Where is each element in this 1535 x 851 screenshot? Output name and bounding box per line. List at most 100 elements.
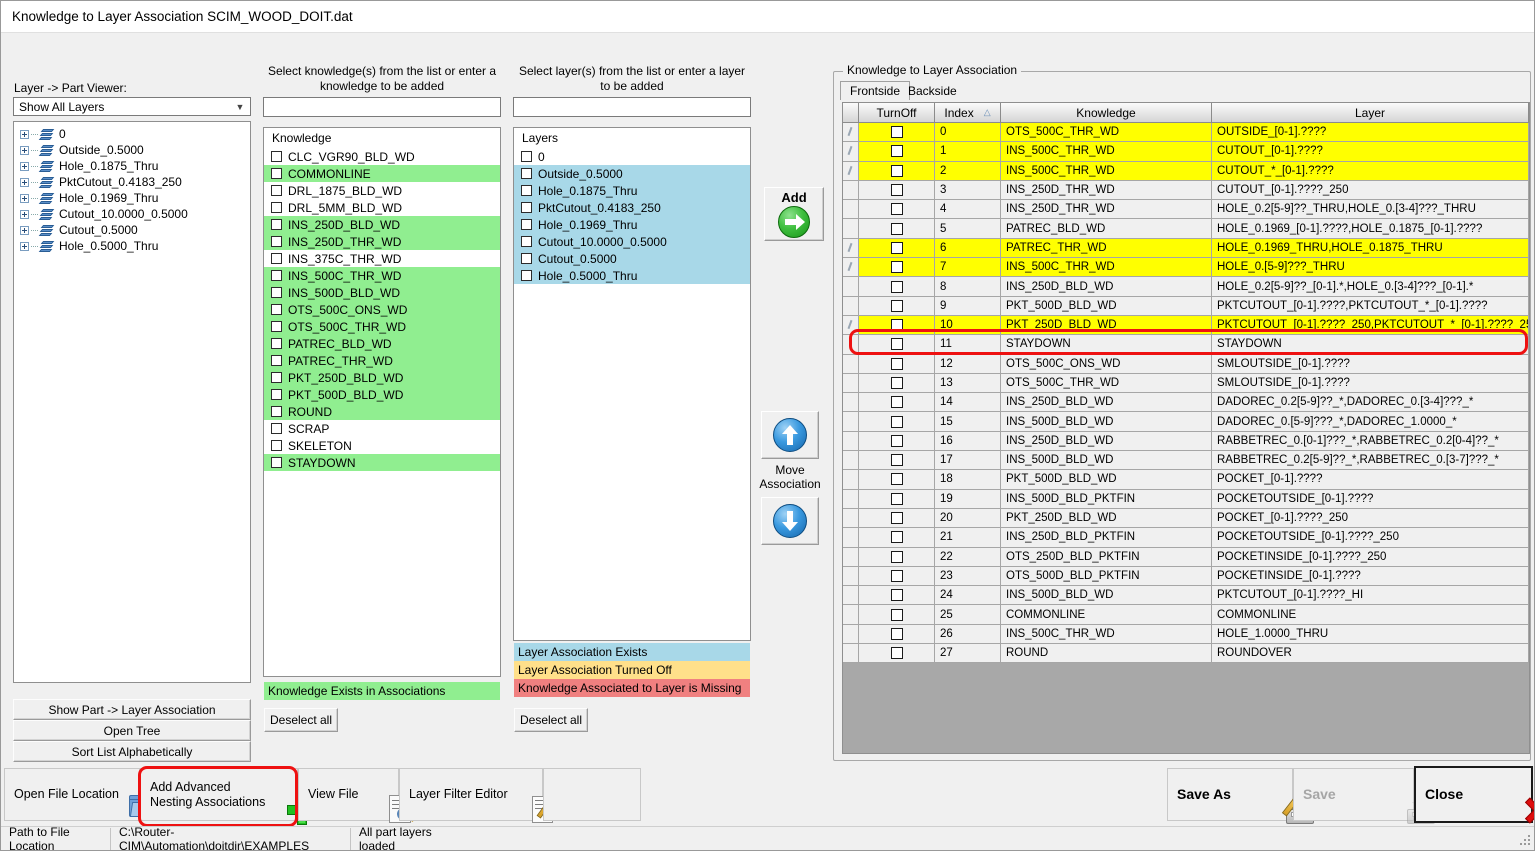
turnoff-cell[interactable] [859,297,935,316]
layer-cell[interactable]: PKTCUTOUT_[0-1].????_250,PKTCUTOUT_*_[0-… [1212,316,1529,335]
knowledge-item-checkbox[interactable] [271,389,282,400]
row-selector-cell[interactable] [843,181,859,200]
knowledge-cell[interactable]: INS_500D_BLD_WD [1001,586,1212,605]
turnoff-checkbox[interactable] [891,242,903,254]
layer-list-item[interactable]: Hole_0.1969_Thru [514,216,750,233]
expand-plus-icon[interactable] [20,130,29,139]
table-row[interactable]: 23OTS_500D_BLD_PKTFINPOCKETINSIDE_[0-1].… [843,567,1529,586]
layer-cell[interactable]: HOLE_0.[5-9]???_THRU [1212,258,1529,277]
row-selector-cell[interactable] [843,142,859,161]
layer-item-checkbox[interactable] [521,219,532,230]
turnoff-checkbox[interactable] [891,223,903,235]
table-row[interactable]: 24INS_500D_BLD_WDPKTCUTOUT_[0-1].????_HI [843,586,1529,605]
move-association-down-button[interactable] [761,497,819,545]
turnoff-cell[interactable] [859,393,935,412]
add-advanced-nesting-associations-button[interactable]: Add Advanced Nesting Associations [140,768,298,821]
layer-item-checkbox[interactable] [521,185,532,196]
turnoff-cell[interactable] [859,567,935,586]
table-row[interactable]: 1INS_500C_THR_WDCUTOUT_[0-1].???? [843,142,1529,161]
row-selector-cell[interactable] [843,528,859,547]
knowledge-item-checkbox[interactable] [271,287,282,298]
turnoff-cell[interactable] [859,625,935,644]
expand-plus-icon[interactable] [20,162,29,171]
tree-item[interactable]: 0 [14,126,250,142]
table-row[interactable]: 7INS_500C_THR_WDHOLE_0.[5-9]???_THRU [843,258,1529,277]
layers-list[interactable]: Layers 0Outside_0.5000Hole_0.1875_ThruPk… [513,127,751,641]
layer-cell[interactable]: CUTOUT_[0-1].????_250 [1212,181,1529,200]
row-selector-cell[interactable] [843,297,859,316]
knowledge-list-item[interactable]: PATREC_THR_WD [264,352,500,369]
turnoff-cell[interactable] [859,181,935,200]
knowledge-list-item[interactable]: ROUND [264,403,500,420]
knowledge-cell[interactable]: OTS_500D_BLD_PKTFIN [1001,567,1212,586]
row-selector-cell[interactable] [843,548,859,567]
row-selector-cell[interactable] [843,277,859,296]
turnoff-checkbox[interactable] [891,338,903,350]
knowledge-cell[interactable]: INS_500D_BLD_WD [1001,412,1212,431]
knowledge-cell[interactable]: INS_500C_THR_WD [1001,258,1212,277]
layer-cell[interactable]: HOLE_0.2[5-9]??_[0-1].*,HOLE_0.[3-4]???_… [1212,277,1529,296]
open-file-location-button[interactable]: Open File Location [4,768,140,821]
tree-item[interactable]: Outside_0.5000 [14,142,250,158]
row-selector-cell[interactable] [843,123,859,142]
turnoff-checkbox[interactable] [891,184,903,196]
knowledge-cell[interactable]: OTS_500C_THR_WD [1001,374,1212,393]
turnoff-checkbox[interactable] [891,551,903,563]
knowledge-cell[interactable]: INS_500C_THR_WD [1001,142,1212,161]
turnoff-checkbox[interactable] [891,454,903,466]
turnoff-cell[interactable] [859,374,935,393]
turnoff-checkbox[interactable] [891,609,903,621]
layer-list-item[interactable]: Outside_0.5000 [514,165,750,182]
turnoff-checkbox[interactable] [891,493,903,505]
table-row[interactable]: 11STAYDOWNSTAYDOWN [843,335,1529,354]
row-selector-cell[interactable] [843,644,859,663]
row-selector-cell[interactable] [843,335,859,354]
turnoff-checkbox[interactable] [891,435,903,447]
layer-cell[interactable]: POCKET_[0-1].????_250 [1212,509,1529,528]
layer-cell[interactable]: ROUNDOVER [1212,644,1529,663]
knowledge-list-item[interactable]: OTS_500C_ONS_WD [264,301,500,318]
turnoff-cell[interactable] [859,239,935,258]
table-row[interactable]: 18PKT_500D_BLD_WDPOCKET_[0-1].???? [843,470,1529,489]
layer-cell[interactable]: POCKETINSIDE_[0-1].???? [1212,567,1529,586]
table-row[interactable]: 21INS_250D_BLD_PKTFINPOCKETOUTSIDE_[0-1]… [843,528,1529,547]
open-tree-button[interactable]: Open Tree [13,720,251,741]
table-row[interactable]: 9PKT_500D_BLD_WDPKTCUTOUT_[0-1].????,PKT… [843,297,1529,316]
layer-cell[interactable]: HOLE_0.1969_[0-1].????,HOLE_0.1875_[0-1]… [1212,219,1529,238]
expand-plus-icon[interactable] [20,226,29,235]
turnoff-cell[interactable] [859,277,935,296]
turnoff-checkbox[interactable] [891,261,903,273]
knowledge-item-checkbox[interactable] [271,423,282,434]
knowledge-list[interactable]: Knowledge CLC_VGR90_BLD_WDCOMMONLINEDRL_… [263,127,501,677]
turnoff-cell[interactable] [859,142,935,161]
save-as-button[interactable]: Save As [1167,768,1293,821]
knowledge-item-checkbox[interactable] [271,440,282,451]
knowledge-deselect-all-button[interactable]: Deselect all [264,708,338,732]
turnoff-cell[interactable] [859,219,935,238]
turnoff-cell[interactable] [859,316,935,335]
knowledge-cell[interactable]: COMMONLINE [1001,605,1212,624]
turnoff-checkbox[interactable] [891,570,903,582]
turnoff-checkbox[interactable] [891,145,903,157]
knowledge-input[interactable] [263,97,501,117]
turnoff-cell[interactable] [859,490,935,509]
layer-item-checkbox[interactable] [521,253,532,264]
table-row[interactable]: 6PATREC_THR_WDHOLE_0.1969_THRU,HOLE_0.18… [843,239,1529,258]
table-row[interactable]: 2INS_500C_THR_WDCUTOUT_*_[0-1].???? [843,162,1529,181]
layer-cell[interactable]: DADOREC_0.[5-9]???_*,DADOREC_1.0000_* [1212,412,1529,431]
table-row[interactable]: 16INS_250D_BLD_WDRABBETREC_0.[0-1]???_*,… [843,432,1529,451]
layer-item-checkbox[interactable] [521,270,532,281]
row-selector-cell[interactable] [843,509,859,528]
turnoff-cell[interactable] [859,335,935,354]
knowledge-list-item[interactable]: INS_375C_THR_WD [264,250,500,267]
knowledge-item-checkbox[interactable] [271,202,282,213]
knowledge-list-item[interactable]: DRL_1875_BLD_WD [264,182,500,199]
table-row[interactable]: 3INS_250D_THR_WDCUTOUT_[0-1].????_250 [843,181,1529,200]
knowledge-cell[interactable]: PKT_500D_BLD_WD [1001,297,1212,316]
turnoff-checkbox[interactable] [891,126,903,138]
resize-grip-icon[interactable] [1520,835,1532,847]
row-selector-cell[interactable] [843,412,859,431]
row-selector-cell[interactable] [843,605,859,624]
knowledge-item-checkbox[interactable] [271,253,282,264]
knowledge-cell[interactable]: INS_250D_BLD_PKTFIN [1001,528,1212,547]
